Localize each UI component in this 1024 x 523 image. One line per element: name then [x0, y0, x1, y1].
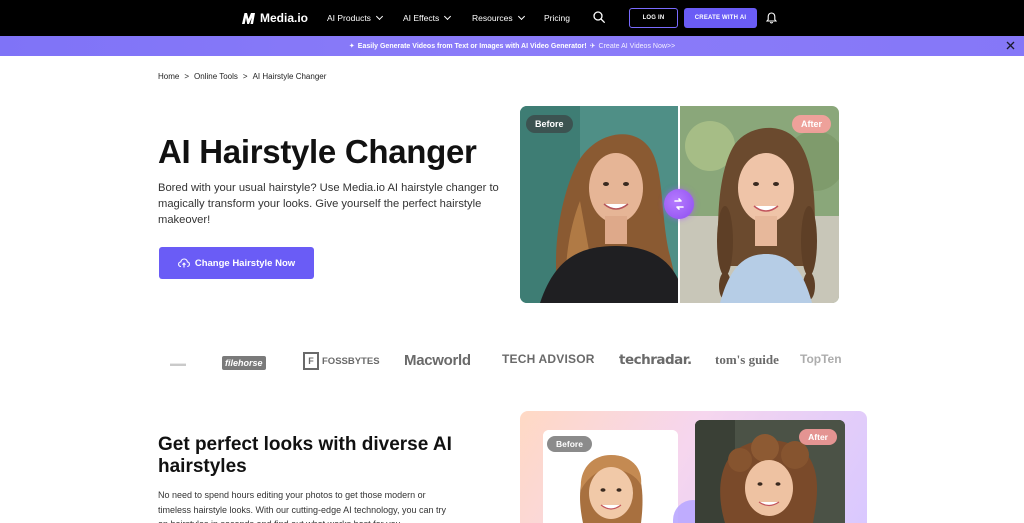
sparkle-icon: ✦	[348, 43, 355, 50]
chevron-down-icon	[517, 12, 525, 21]
brand-name: Media.io	[260, 11, 309, 25]
section-after-badge: After	[799, 429, 837, 445]
promo-banner[interactable]: ✦ Easily Generate Videos from Text or Im…	[0, 36, 1024, 56]
change-hairstyle-button[interactable]: Change Hairstyle Now	[159, 247, 314, 279]
create-with-ai-button[interactable]: CREATE WITH AI	[684, 8, 757, 28]
before-card: Before	[543, 430, 678, 523]
press-logo-macworld: Macworld	[404, 352, 471, 369]
press-logo-faded: ▬▬	[170, 358, 186, 368]
cloud-upload-icon	[177, 258, 190, 268]
nav-resources[interactable]: Resources	[472, 12, 525, 23]
press-logo-strip: ▬▬ filehorse F FOSSBYTES Macworld TECH AD…	[170, 352, 860, 374]
before-badge: Before	[526, 115, 573, 133]
section-title: Get perfect looks with diverse AI hairst…	[158, 434, 452, 477]
breadcrumb-separator: >	[184, 72, 190, 81]
after-badge: After	[791, 115, 831, 133]
fossbytes-label: FOSSBYTES	[322, 355, 380, 367]
close-icon[interactable]	[1006, 41, 1015, 50]
fossbytes-icon: F	[303, 352, 319, 370]
chevron-down-icon	[375, 12, 383, 21]
swap-icon	[674, 198, 684, 210]
banner-text: Easily Generate Videos from Text or Imag…	[357, 42, 587, 50]
top-navbar: Media.io AI Products AI Effects Resource…	[0, 0, 1024, 36]
banner-cta-link[interactable]: Create AI Videos Now>>	[599, 43, 676, 50]
breadcrumb-online-tools[interactable]: Online Tools	[194, 72, 238, 81]
section-before-badge: Before	[547, 436, 592, 452]
nav-pricing-label: Pricing	[544, 13, 570, 23]
after-card: After	[695, 420, 845, 523]
breadcrumb: Home > Online Tools > AI Hairstyle Chang…	[158, 72, 326, 81]
press-logo-filehorse: filehorse	[222, 356, 266, 370]
bell-icon[interactable]	[766, 12, 777, 24]
page-title: AI Hairstyle Changer	[158, 133, 477, 170]
compare-slider-handle[interactable]	[664, 189, 694, 219]
nav-resources-label: Resources	[472, 13, 513, 23]
search-icon[interactable]	[593, 11, 605, 23]
rocket-icon: ✈	[589, 43, 596, 50]
nav-pricing[interactable]: Pricing	[544, 13, 570, 23]
change-hairstyle-label: Change Hairstyle Now	[194, 257, 296, 269]
press-logo-techradar: techradar.	[619, 352, 692, 368]
nav-ai-effects-label: AI Effects	[403, 13, 440, 23]
section-description: No need to spend hours editing your phot…	[158, 490, 446, 523]
nav-ai-products[interactable]: AI Products	[327, 12, 383, 23]
hero-description: Bored with your usual hairstyle? Use Med…	[158, 182, 499, 226]
brand-logo[interactable]: Media.io	[242, 11, 308, 25]
press-logo-topten: TopTen	[800, 352, 842, 366]
press-logo-fossbytes: F FOSSBYTES	[303, 352, 380, 370]
breadcrumb-home[interactable]: Home	[158, 72, 179, 81]
press-logo-tech-advisor: TECH ADVISOR	[502, 352, 595, 366]
nav-ai-products-label: AI Products	[327, 13, 371, 23]
chevron-down-icon	[444, 12, 452, 21]
breadcrumb-current: AI Hairstyle Changer	[252, 72, 327, 81]
login-button[interactable]: LOG IN	[629, 8, 678, 28]
press-logo-toms-guide: tom's guide	[715, 352, 779, 367]
nav-ai-effects[interactable]: AI Effects	[403, 12, 452, 23]
media-io-logo-icon	[242, 12, 255, 24]
breadcrumb-separator: >	[242, 72, 248, 81]
